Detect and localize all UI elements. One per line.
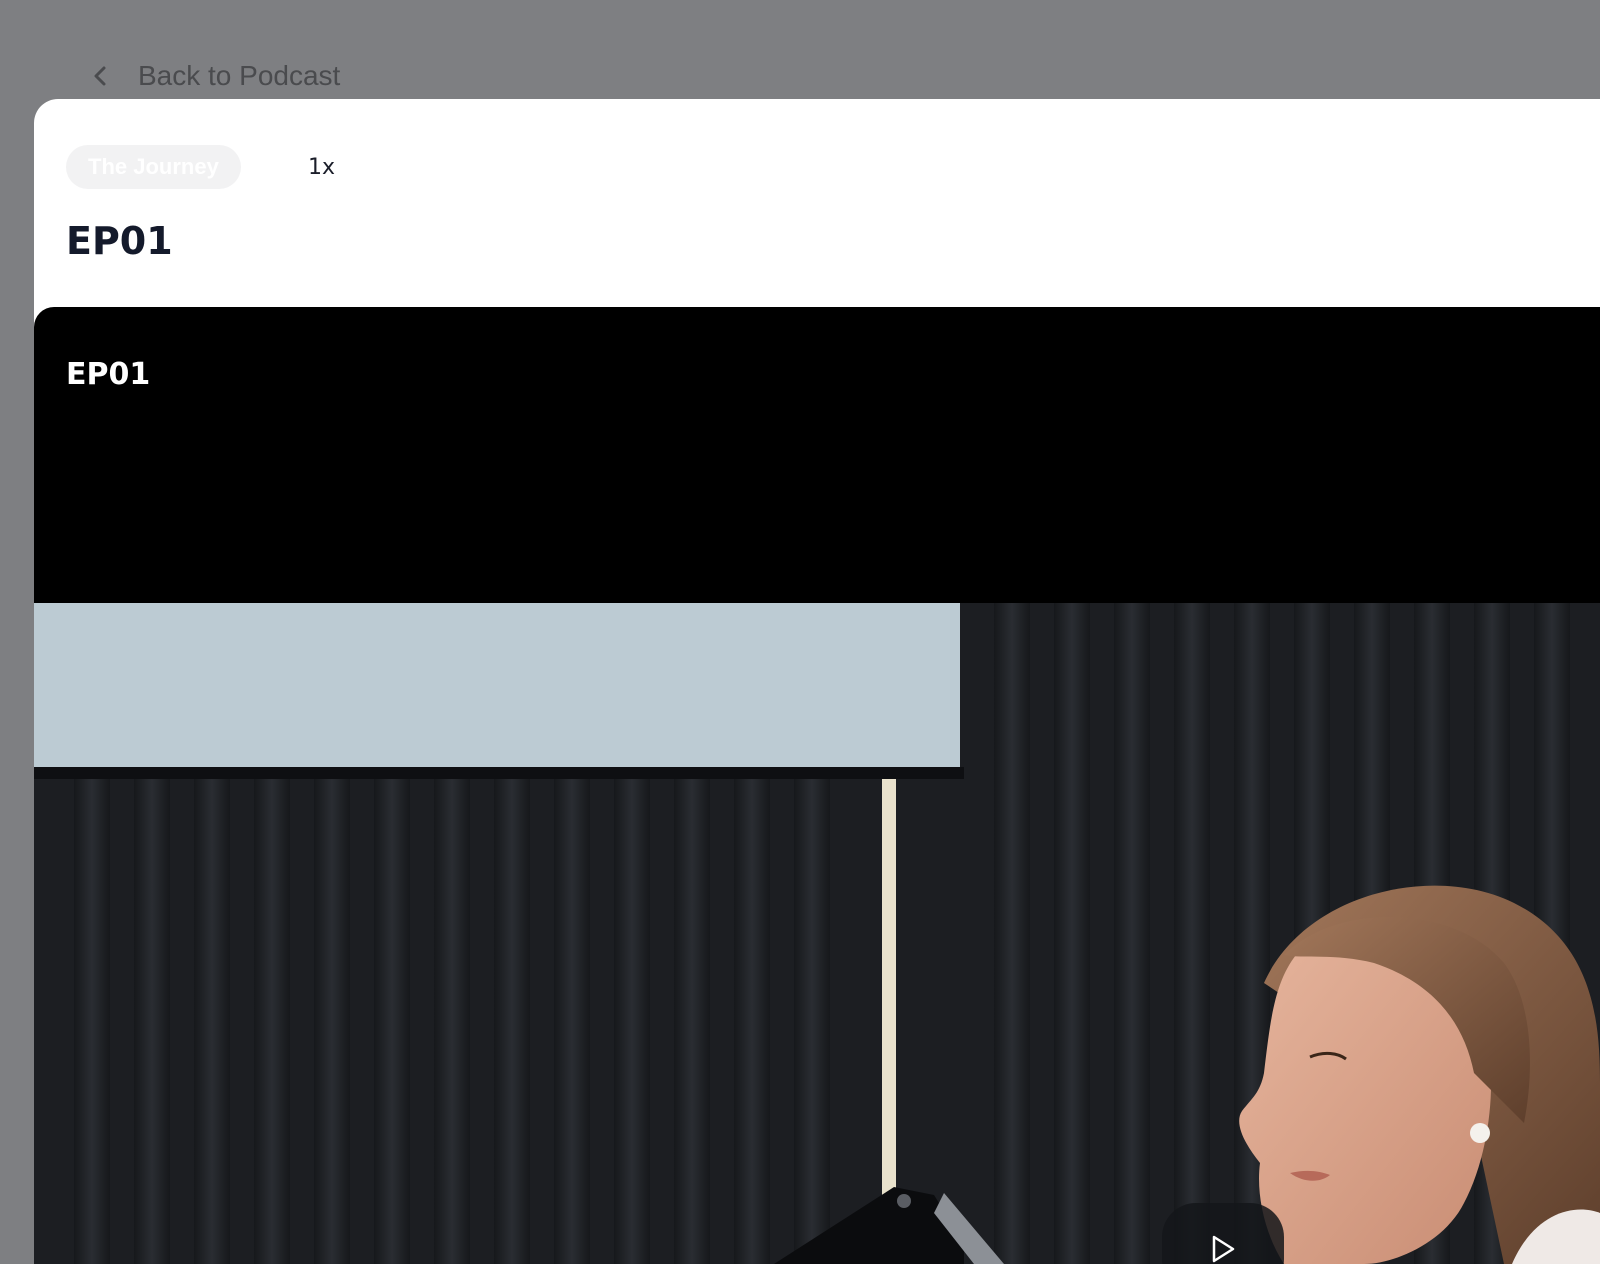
play-icon	[1210, 1235, 1236, 1264]
series-chip[interactable]: The Journey	[66, 145, 241, 189]
video-frame[interactable]	[34, 603, 1600, 1264]
episode-modal: The Journey 1x EP01 EP01	[34, 99, 1600, 1264]
modal-header: The Journey 1x EP01	[34, 99, 1600, 307]
video-player[interactable]: EP01	[34, 307, 1600, 1264]
video-title: EP01	[66, 357, 151, 392]
arrow-left-icon	[86, 61, 116, 91]
play-button[interactable]	[1162, 1203, 1284, 1264]
episode-title: EP01	[66, 219, 173, 263]
playback-speed-button[interactable]: 1x	[304, 151, 339, 183]
video-scene	[34, 603, 1600, 1264]
back-to-podcast-link[interactable]: Back to Podcast	[86, 56, 340, 96]
back-to-podcast-label: Back to Podcast	[138, 60, 341, 91]
